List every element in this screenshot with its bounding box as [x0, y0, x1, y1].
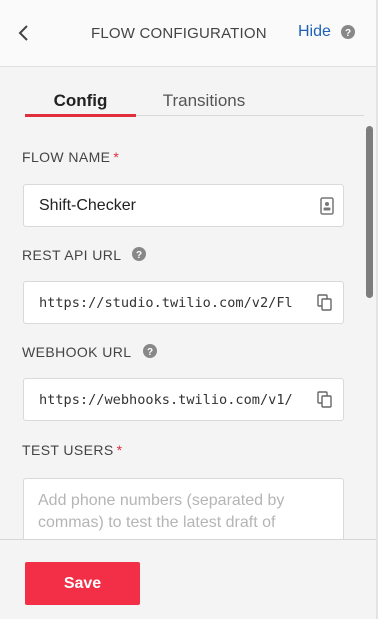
webhook-url-label: WEBHOOK URL [22, 344, 132, 360]
required-marker: * [116, 442, 123, 458]
webhook-url-field[interactable]: https://webhooks.twilio.com/v1/ [23, 378, 344, 421]
panel-footer: Save [0, 539, 378, 619]
question-circle-icon[interactable]: ? [132, 247, 146, 261]
test-users-label: TEST USERS * [22, 442, 123, 458]
test-users-placeholder: Add phone numbers (separated by commas) … [38, 492, 285, 531]
rest-api-url-field[interactable]: https://studio.twilio.com/v2/Fl [23, 281, 344, 324]
chevron-left-icon[interactable] [14, 22, 36, 44]
webhook-url-value: https://webhooks.twilio.com/v1/ [39, 392, 293, 408]
page-title: FLOW CONFIGURATION [91, 25, 267, 42]
scrollbar-thumb[interactable] [366, 126, 373, 298]
question-circle-icon[interactable]: ? [341, 25, 355, 39]
svg-text:?: ? [136, 250, 142, 261]
required-marker: * [113, 149, 120, 165]
tab-bar: Config Transitions [25, 89, 364, 117]
svg-text:?: ? [345, 28, 351, 39]
flow-name-value: Shift-Checker [39, 197, 136, 214]
rest-api-url-value: https://studio.twilio.com/v2/Fl [39, 295, 293, 311]
test-users-label-text: TEST USERS [22, 442, 114, 458]
panel-header: FLOW CONFIGURATION Hide ? [0, 0, 378, 67]
copy-icon[interactable] [317, 294, 333, 312]
hide-panel-link[interactable]: Hide [298, 23, 331, 41]
test-users-textarea[interactable]: Add phone numbers (separated by commas) … [23, 478, 344, 539]
tab-transitions[interactable]: Transitions [149, 91, 259, 111]
flow-name-field[interactable]: Shift-Checker [23, 184, 344, 227]
active-tab-indicator [25, 114, 136, 117]
question-circle-icon[interactable]: ? [143, 344, 157, 358]
tab-config[interactable]: Config [25, 91, 136, 111]
svg-text:?: ? [147, 347, 153, 358]
copy-icon[interactable] [317, 391, 333, 409]
save-button[interactable]: Save [25, 562, 140, 605]
config-panel: Config Transitions FLOW NAME * Shift-Chec… [0, 67, 378, 539]
contact-card-icon[interactable] [320, 197, 334, 215]
rest-api-url-label: REST API URL [22, 247, 122, 263]
flow-name-label-text: FLOW NAME [22, 149, 111, 165]
flow-name-label: FLOW NAME * [22, 149, 119, 165]
